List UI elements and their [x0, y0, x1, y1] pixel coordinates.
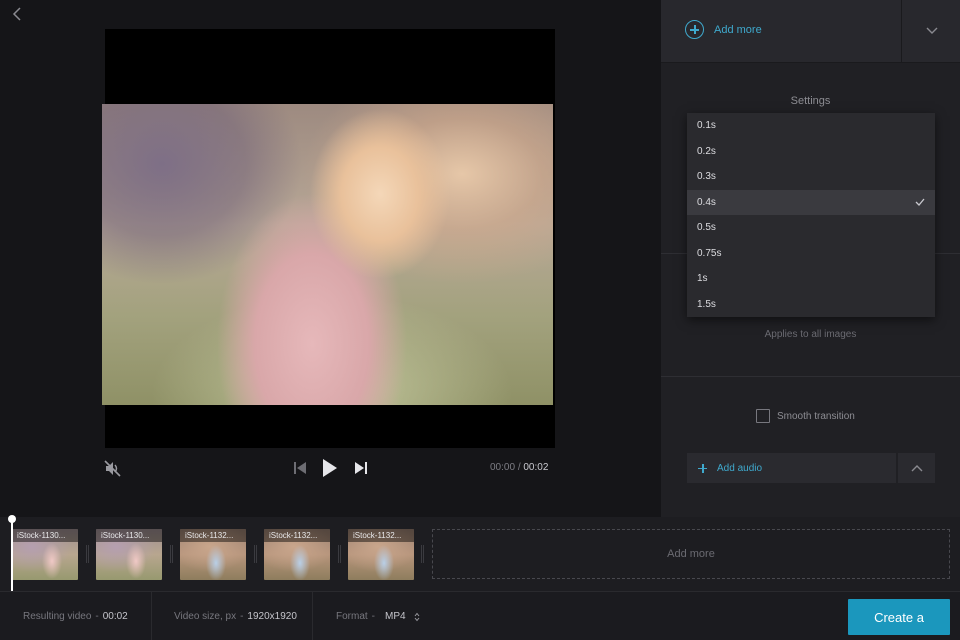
video-size-value: 1920x1920 [247, 611, 297, 622]
dropdown-option[interactable]: 0.5s [687, 215, 935, 241]
resulting-video-value: 00:02 [102, 611, 128, 622]
timeline-add-more-label: Add more [667, 548, 715, 560]
option-label: 1.5s [697, 298, 716, 310]
video-size-info: Video size, px - 1920x1920 [174, 592, 297, 640]
resulting-video-info: Resulting video - 00:02 [23, 592, 128, 640]
divider [151, 592, 152, 640]
option-label: 1s [697, 273, 708, 285]
dash: - [371, 611, 376, 622]
add-more-label: Add more [714, 23, 762, 36]
mute-icon[interactable] [104, 460, 121, 477]
create-button-label: Create a [874, 609, 924, 625]
format-label: Format [336, 611, 368, 622]
thumbnail-label: iStock-1132... [180, 529, 246, 542]
option-label: 0.75s [697, 247, 722, 259]
add-audio-button[interactable]: Add audio [687, 453, 896, 483]
playback-time: 00:00 / 00:02 [490, 462, 548, 473]
plus-icon [698, 463, 707, 473]
smooth-transition-toggle[interactable]: Smooth transition [756, 409, 855, 423]
option-label: 0.2s [697, 145, 716, 157]
plus-circle-icon [685, 20, 704, 39]
dropdown-option[interactable]: 1s [687, 266, 935, 292]
video-size-label: Video size, px [174, 611, 237, 622]
checkmark-icon [915, 198, 925, 207]
drag-handle[interactable] [86, 545, 89, 563]
drag-handle[interactable] [421, 545, 424, 563]
play-icon[interactable] [322, 458, 338, 478]
drag-handle[interactable] [254, 545, 257, 563]
timeline-add-more[interactable]: Add more [432, 529, 950, 579]
settings-title: Settings [790, 95, 831, 107]
time-current: 00:00 [490, 462, 516, 473]
timeline-thumbnail[interactable]: iStock-1130... [12, 529, 78, 580]
playhead[interactable] [8, 515, 16, 591]
thumbnail-label: iStock-1132... [348, 529, 414, 542]
panel-header: Add more [661, 0, 960, 63]
create-button[interactable]: Create a [848, 599, 950, 635]
dash: - [95, 611, 99, 622]
skip-previous-icon[interactable] [293, 461, 307, 475]
applies-note: Applies to all images [764, 329, 857, 340]
chevron-down-icon[interactable] [926, 25, 938, 35]
option-label: 0.4s [697, 196, 716, 208]
dropdown-option[interactable]: 0.1s [687, 113, 935, 139]
skip-next-icon[interactable] [354, 461, 368, 475]
option-label: 0.1s [697, 120, 716, 132]
add-more-button[interactable]: Add more [685, 20, 762, 39]
dropdown-option[interactable]: 0.2s [687, 139, 935, 165]
chevron-up-icon [911, 465, 922, 472]
format-select[interactable]: Format - MP4 [336, 592, 420, 640]
thumbnail-label: iStock-1130... [12, 529, 78, 542]
app-window: 00:00 / 00:02 Add more Settings Applies … [0, 0, 960, 640]
timeline-thumbnail[interactable]: iStock-1130... [96, 529, 162, 580]
chevron-left-icon[interactable] [10, 6, 26, 22]
timeline-thumbnail[interactable]: iStock-1132... [180, 529, 246, 580]
dropdown-option[interactable]: 0.75s [687, 241, 935, 267]
divider [661, 376, 960, 377]
duration-dropdown: 0.1s 0.2s 0.3s 0.4s 0.5s 0.75s 1s 1.5s [687, 113, 935, 317]
sort-arrows-icon [414, 612, 419, 621]
dropdown-option[interactable]: 0.3s [687, 164, 935, 190]
dropdown-option-selected[interactable]: 0.4s [687, 189, 935, 215]
audio-expand-button[interactable] [898, 453, 935, 483]
option-label: 0.3s [697, 171, 716, 183]
thumbnail-label: iStock-1130... [96, 529, 162, 542]
option-label: 0.5s [697, 222, 716, 234]
time-total: 00:02 [523, 462, 549, 473]
divider [901, 0, 902, 63]
thumbnail-label: iStock-1132... [264, 529, 330, 542]
preview-image [102, 104, 553, 405]
timeline-thumbnail[interactable]: iStock-1132... [264, 529, 330, 580]
time-separator: / [517, 462, 521, 473]
timeline-thumbnail[interactable]: iStock-1132... [348, 529, 414, 580]
divider [312, 592, 313, 640]
smooth-transition-checkbox[interactable] [756, 409, 770, 423]
drag-handle[interactable] [338, 545, 341, 563]
resulting-video-label: Resulting video [23, 611, 92, 622]
smooth-transition-label: Smooth transition [777, 410, 855, 422]
footer-bar: Resulting video - 00:02 Video size, px -… [0, 591, 960, 640]
dropdown-option[interactable]: 1.5s [687, 292, 935, 318]
drag-handle[interactable] [170, 545, 173, 563]
add-audio-label: Add audio [717, 462, 763, 474]
format-value: MP4 [385, 611, 406, 622]
dash: - [240, 611, 244, 622]
